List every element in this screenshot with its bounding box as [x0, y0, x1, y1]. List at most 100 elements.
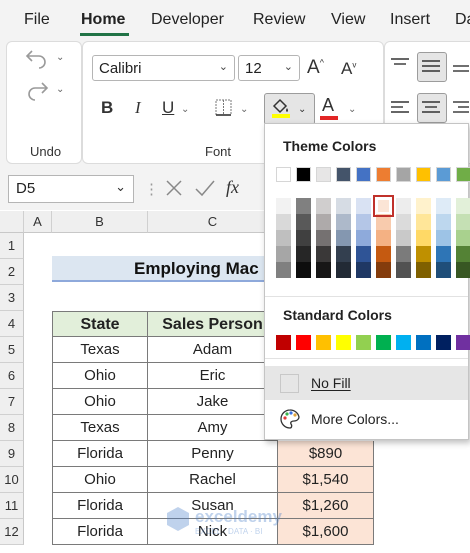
- theme-shade-swatch[interactable]: [436, 214, 451, 230]
- selected-theme-shade-swatch[interactable]: [373, 195, 394, 217]
- table-cell-person[interactable]: Adam: [148, 337, 278, 363]
- theme-shade-swatch[interactable]: [416, 230, 431, 246]
- standard-color-swatch[interactable]: [316, 335, 331, 350]
- menu-home[interactable]: Home: [81, 11, 125, 29]
- theme-shade-swatch[interactable]: [436, 262, 451, 278]
- standard-color-swatch[interactable]: [396, 335, 411, 350]
- theme-shade-swatch[interactable]: [296, 230, 311, 246]
- theme-shade-swatch[interactable]: [316, 198, 331, 214]
- theme-shade-swatch[interactable]: [296, 198, 311, 214]
- theme-shade-swatch[interactable]: [296, 214, 311, 230]
- select-all-corner[interactable]: [0, 211, 24, 233]
- row-header-6[interactable]: 6: [0, 363, 24, 389]
- decrease-font-size-icon[interactable]: Av: [341, 59, 356, 79]
- table-cell-person[interactable]: Jake: [148, 389, 278, 415]
- column-header-c[interactable]: C: [148, 211, 278, 233]
- theme-shade-swatch[interactable]: [356, 198, 371, 214]
- theme-shade-swatch[interactable]: [436, 230, 451, 246]
- row-header-4[interactable]: 4: [0, 311, 24, 337]
- theme-shade-swatch[interactable]: [376, 262, 391, 278]
- theme-shade-swatch[interactable]: [356, 214, 371, 230]
- standard-color-swatch[interactable]: [376, 335, 391, 350]
- theme-shade-swatch[interactable]: [456, 230, 470, 246]
- table-cell-sales[interactable]: $1,260: [278, 493, 374, 519]
- standard-color-swatch[interactable]: [296, 335, 311, 350]
- table-title[interactable]: Employing Mac: [52, 256, 272, 282]
- theme-shade-swatch[interactable]: [316, 214, 331, 230]
- underline-icon[interactable]: U: [162, 98, 174, 118]
- font-color-chevron-icon[interactable]: ⌄: [348, 104, 356, 115]
- theme-shade-swatch[interactable]: [376, 230, 391, 246]
- theme-shade-swatch[interactable]: [336, 246, 351, 262]
- table-cell-sales[interactable]: $890: [278, 441, 374, 467]
- align-top-icon[interactable]: [390, 56, 410, 72]
- standard-color-swatch[interactable]: [276, 335, 291, 350]
- header-cell-state[interactable]: State: [52, 311, 148, 337]
- theme-color-swatch[interactable]: [316, 167, 331, 182]
- paint-bucket-icon[interactable]: [270, 96, 292, 118]
- table-cell-state[interactable]: Ohio: [52, 363, 148, 389]
- align-middle-icon[interactable]: [421, 58, 441, 74]
- theme-shade-swatch[interactable]: [356, 262, 371, 278]
- theme-shade-swatch[interactable]: [376, 214, 391, 230]
- theme-shade-swatch[interactable]: [456, 246, 470, 262]
- standard-color-swatch[interactable]: [416, 335, 431, 350]
- table-cell-state[interactable]: Florida: [52, 441, 148, 467]
- theme-color-swatch[interactable]: [396, 167, 411, 182]
- bold-icon[interactable]: B: [101, 98, 113, 118]
- theme-shade-swatch[interactable]: [336, 230, 351, 246]
- standard-color-swatch[interactable]: [436, 335, 451, 350]
- align-left-icon[interactable]: [390, 100, 410, 116]
- theme-color-swatch[interactable]: [436, 167, 451, 182]
- row-header-7[interactable]: 7: [0, 389, 24, 415]
- theme-shade-swatch[interactable]: [276, 230, 291, 246]
- standard-color-swatch[interactable]: [336, 335, 351, 350]
- theme-shade-swatch[interactable]: [396, 246, 411, 262]
- header-cell-sales-person[interactable]: Sales Person: [148, 311, 278, 337]
- table-cell-sales[interactable]: $1,600: [278, 519, 374, 545]
- borders-chevron-icon[interactable]: ⌄: [240, 104, 248, 115]
- table-cell-state[interactable]: Florida: [52, 519, 148, 545]
- table-cell-person[interactable]: Rachel: [148, 467, 278, 493]
- theme-shade-swatch[interactable]: [276, 198, 291, 214]
- redo-icon[interactable]: [24, 79, 50, 101]
- underline-chevron-icon[interactable]: ⌄: [181, 104, 189, 115]
- theme-shade-swatch[interactable]: [356, 246, 371, 262]
- row-header-3[interactable]: 3: [0, 285, 24, 311]
- theme-shade-swatch[interactable]: [336, 262, 351, 278]
- standard-color-swatch[interactable]: [356, 335, 371, 350]
- increase-font-size-icon[interactable]: A^: [307, 57, 324, 79]
- row-header-2[interactable]: 2: [0, 259, 24, 285]
- align-bottom-icon[interactable]: [452, 58, 470, 74]
- theme-shade-swatch[interactable]: [276, 262, 291, 278]
- table-cell-person[interactable]: Eric: [148, 363, 278, 389]
- undo-chevron-icon[interactable]: ⌄: [56, 52, 64, 63]
- theme-color-swatch[interactable]: [336, 167, 351, 182]
- table-cell-person[interactable]: Penny: [148, 441, 278, 467]
- theme-shade-swatch[interactable]: [396, 198, 411, 214]
- table-cell-state[interactable]: Ohio: [52, 389, 148, 415]
- table-cell-state[interactable]: Texas: [52, 337, 148, 363]
- redo-chevron-icon[interactable]: ⌄: [56, 84, 64, 95]
- theme-shade-swatch[interactable]: [416, 198, 431, 214]
- menu-data[interactable]: Da: [455, 11, 470, 29]
- row-header-1[interactable]: 1: [0, 233, 24, 259]
- menu-insert[interactable]: Insert: [390, 11, 430, 29]
- more-colors-item[interactable]: More Colors...: [265, 402, 468, 436]
- column-header-b[interactable]: B: [52, 211, 148, 233]
- theme-color-swatch[interactable]: [416, 167, 431, 182]
- theme-shade-swatch[interactable]: [396, 262, 411, 278]
- theme-shade-swatch[interactable]: [396, 214, 411, 230]
- theme-shade-swatch[interactable]: [276, 246, 291, 262]
- theme-color-swatch[interactable]: [456, 167, 470, 182]
- table-cell-person[interactable]: Amy: [148, 415, 278, 441]
- row-header-11[interactable]: 11: [0, 493, 24, 519]
- table-cell-state[interactable]: Texas: [52, 415, 148, 441]
- theme-shade-swatch[interactable]: [316, 246, 331, 262]
- theme-shade-swatch[interactable]: [396, 230, 411, 246]
- theme-shade-swatch[interactable]: [416, 214, 431, 230]
- font-color-icon[interactable]: A: [322, 95, 334, 116]
- insert-function-icon[interactable]: fx: [226, 177, 239, 198]
- table-cell-sales[interactable]: $1,540: [278, 467, 374, 493]
- row-header-9[interactable]: 9: [0, 441, 24, 467]
